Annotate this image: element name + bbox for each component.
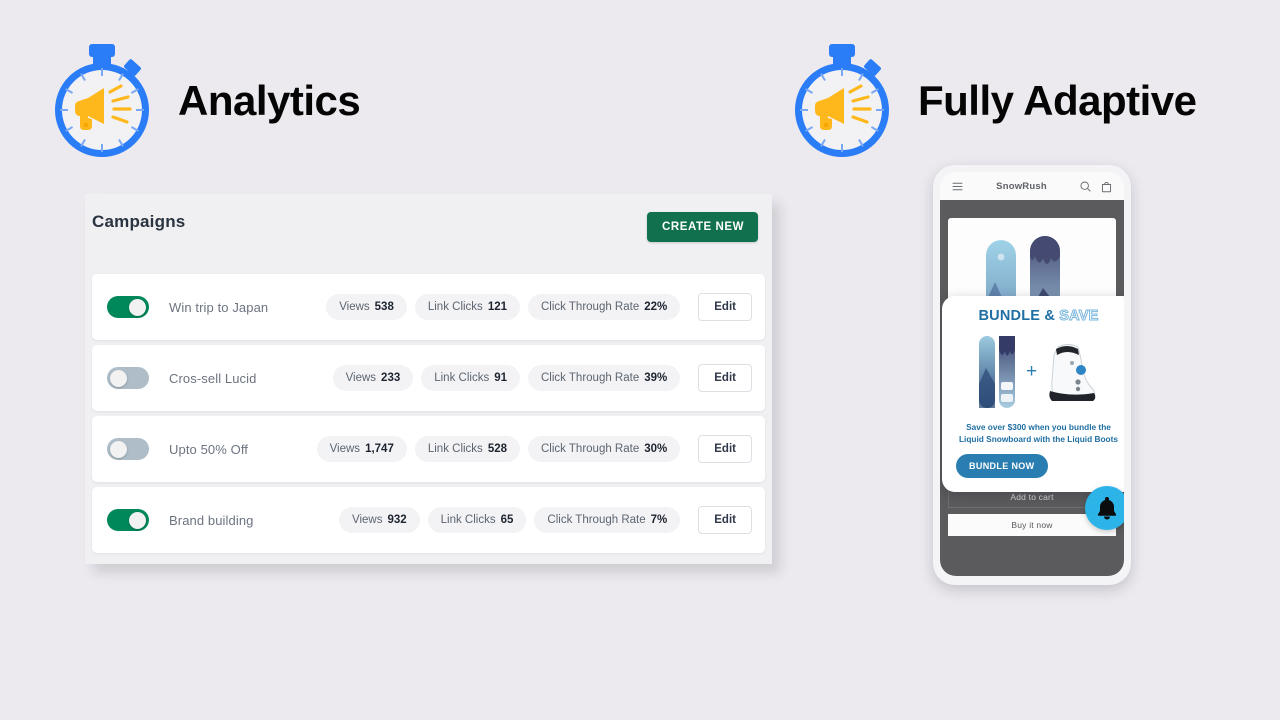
metric-label: Click Through Rate	[541, 372, 640, 384]
table-row: Win trip to Japan Views 538 Link Clicks 121 C…	[92, 274, 765, 340]
metric-label: Click Through Rate	[541, 443, 640, 455]
campaign-toggle[interactable]	[107, 296, 149, 318]
metric-link-clicks: Link Clicks 65	[427, 507, 527, 533]
bundle-products: +	[952, 333, 1124, 411]
metric-value: 7%	[650, 514, 668, 526]
bundle-and-save-popup: BUNDLE & SAVE + Save over $300 when you …	[942, 296, 1124, 493]
metric-views: Views 932	[338, 507, 420, 533]
metric-click-through-rate: Click Through Rate 7%	[534, 507, 681, 533]
metric-value: 233	[381, 372, 401, 384]
campaign-toggle[interactable]	[107, 438, 149, 460]
metric-label: Views	[351, 514, 383, 526]
snowboard-boot-image	[1049, 344, 1096, 401]
toggle-knob	[110, 369, 127, 387]
phone-mockup: SnowRush Add to cart Buy it now BUNDLE &…	[933, 165, 1131, 585]
metric-value: 932	[387, 514, 407, 526]
campaign-toggle[interactable]	[107, 367, 149, 389]
slide-canvas: Analytics Fully Adaptive Campaigns CREAT…	[0, 0, 1280, 720]
campaign-metrics: Views 932 Link Clicks 65 Click Through Rate 7…	[338, 506, 752, 534]
metric-value: 30%	[644, 443, 668, 455]
plus-icon: +	[1025, 361, 1038, 382]
campaign-name: Upto 50% Off	[169, 441, 249, 457]
metric-value: 22%	[644, 301, 668, 313]
heading-analytics: Analytics	[52, 38, 361, 163]
metric-label: Link Clicks	[427, 443, 483, 455]
metric-value: 528	[487, 443, 507, 455]
hamburger-menu-icon[interactable]	[951, 180, 964, 193]
metric-value: 538	[374, 301, 394, 313]
metric-label: Views	[329, 443, 361, 455]
metric-views: Views 1,747	[316, 436, 407, 462]
snowboard-image	[978, 336, 1015, 408]
heading-label: Analytics	[178, 76, 361, 124]
metric-value: 121	[487, 301, 507, 313]
toggle-knob	[129, 298, 146, 316]
page-title: Campaigns	[92, 212, 186, 231]
shopping-bag-icon[interactable]	[1100, 180, 1113, 193]
metric-value: 1,747	[365, 443, 394, 455]
bell-glyph	[1097, 497, 1117, 520]
table-row: Upto 50% Off Views 1,747 Link Clicks 528 Clic…	[92, 416, 765, 482]
toggle-knob	[129, 511, 146, 529]
edit-button[interactable]: Edit	[698, 506, 752, 534]
metric-label: Link Clicks	[440, 514, 496, 526]
campaign-metrics: Views 538 Link Clicks 121 Click Through Rate…	[326, 293, 752, 321]
stopwatch-megaphone-icon	[792, 38, 892, 163]
megaphone-icon	[815, 84, 872, 130]
metric-value: 91	[494, 372, 507, 384]
metric-click-through-rate: Click Through Rate 30%	[528, 436, 681, 462]
metric-label: Views	[345, 372, 377, 384]
heading-fully-adaptive: Fully Adaptive	[792, 38, 1197, 163]
campaign-name: Cros-sell Lucid	[169, 370, 257, 386]
bundle-title-part1: BUNDLE &	[978, 308, 1056, 324]
bundle-now-button[interactable]: BUNDLE NOW	[956, 454, 1048, 479]
edit-button[interactable]: Edit	[698, 364, 752, 392]
campaign-name: Win trip to Japan	[169, 299, 269, 315]
metric-value: 65	[500, 514, 514, 526]
toggle-knob	[110, 440, 127, 458]
metric-label: Link Clicks	[427, 301, 483, 313]
store-topbar: SnowRush	[940, 172, 1124, 200]
stopwatch-megaphone-icon	[52, 38, 152, 163]
metric-label: Click Through Rate	[541, 301, 640, 313]
metric-link-clicks: Link Clicks 121	[414, 294, 520, 320]
bundle-popup-title: BUNDLE & SAVE	[952, 308, 1124, 325]
campaign-toggle[interactable]	[107, 509, 149, 531]
store-name: SnowRush	[996, 180, 1047, 192]
bundle-description: Save over $300 when you bundle the Liqui…	[958, 422, 1118, 445]
metric-value: 39%	[644, 372, 668, 384]
campaign-metrics: Views 1,747 Link Clicks 528 Click Through Ra…	[316, 435, 752, 463]
campaigns-panel: Campaigns CREATE NEW Win trip to Japan Vi…	[85, 194, 772, 564]
phone-screen: SnowRush Add to cart Buy it now BUNDLE &…	[940, 172, 1124, 576]
table-row: Brand building Views 932 Link Clicks 65 Click…	[92, 487, 765, 553]
campaign-list: Win trip to Japan Views 538 Link Clicks 121 C…	[85, 274, 772, 553]
metric-click-through-rate: Click Through Rate 39%	[528, 365, 681, 391]
metric-views: Views 538	[326, 294, 407, 320]
campaign-metrics: Views 233 Link Clicks 91 Click Through Rate 3…	[332, 364, 752, 392]
notification-bell-icon[interactable]	[1085, 486, 1124, 530]
metric-label: Link Clicks	[434, 372, 490, 384]
megaphone-icon	[75, 84, 132, 130]
campaign-name: Brand building	[169, 512, 254, 528]
metric-link-clicks: Link Clicks 91	[421, 365, 520, 391]
table-row: Cros-sell Lucid Views 233 Link Clicks 91 Clic…	[92, 345, 765, 411]
bundle-title-part2: SAVE	[1059, 308, 1099, 325]
panel-header: Campaigns CREATE NEW	[85, 194, 772, 274]
search-icon[interactable]	[1079, 180, 1092, 193]
metric-label: Click Through Rate	[547, 514, 646, 526]
metric-label: Views	[339, 301, 370, 313]
metric-click-through-rate: Click Through Rate 22%	[528, 294, 681, 320]
edit-button[interactable]: Edit	[698, 293, 752, 321]
edit-button[interactable]: Edit	[698, 435, 752, 463]
metric-views: Views 233	[332, 365, 414, 391]
heading-label: Fully Adaptive	[918, 76, 1197, 124]
create-new-button[interactable]: CREATE NEW	[647, 212, 758, 242]
metric-link-clicks: Link Clicks 528	[414, 436, 520, 462]
